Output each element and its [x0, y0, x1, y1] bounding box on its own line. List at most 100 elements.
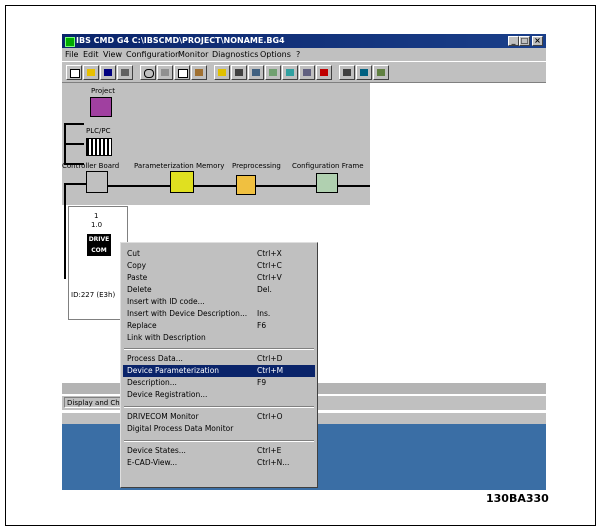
- title-bar[interactable]: IBS CMD G4 C:\IBSCMD\PROJECT\NONAME.BG4 …: [62, 34, 546, 48]
- tree-connector: [64, 143, 84, 145]
- context-menu-item-cut[interactable]: Cut Ctrl+X: [123, 248, 315, 260]
- status-text: Display and Ch: [64, 397, 124, 408]
- menu-item-label: Device Parameterization: [127, 366, 220, 375]
- context-menu-item-link-description[interactable]: Link with Description: [123, 332, 315, 344]
- print-button[interactable]: [117, 65, 133, 80]
- context-menu-item-ecad-view[interactable]: E-CAD-View... Ctrl+N...: [123, 457, 315, 469]
- config-frame-icon[interactable]: [316, 173, 338, 193]
- menu-item-label: Link with Description: [127, 333, 206, 342]
- new-file-button[interactable]: [66, 65, 82, 80]
- save-button[interactable]: [100, 65, 116, 80]
- open-folder-button[interactable]: [83, 65, 99, 80]
- menu-item-label: Paste: [127, 273, 148, 282]
- drivecom-logo-top: DRIVE: [88, 236, 110, 243]
- drivecom-logo-icon: DRIVE COM: [87, 234, 111, 256]
- menu-item-label: E-CAD-View...: [127, 458, 178, 467]
- menu-item-label: Process Data...: [127, 354, 183, 363]
- menu-item-label: Description...: [127, 378, 177, 387]
- menu-item-shortcut: Ctrl+C: [257, 261, 282, 270]
- menu-item-shortcut: Ins.: [257, 309, 271, 318]
- device-id: ID:227 (E3h): [71, 291, 116, 299]
- device-address: 1.0: [91, 221, 103, 229]
- tool-4-button[interactable]: [265, 65, 281, 80]
- tool-3-button[interactable]: [248, 65, 264, 80]
- device-number: 1: [94, 212, 99, 220]
- menu-separator: [124, 440, 314, 442]
- window-title: IBS CMD G4 C:\IBSCMD\PROJECT\NONAME.BG4: [76, 36, 285, 45]
- menu-item-shortcut: F6: [257, 321, 267, 330]
- cut-button[interactable]: [157, 65, 173, 80]
- menu-view[interactable]: View: [103, 48, 122, 61]
- menu-file[interactable]: File: [65, 48, 78, 61]
- context-menu-item-replace[interactable]: Replace F6: [123, 320, 315, 332]
- tool-10-button[interactable]: [373, 65, 389, 80]
- context-menu-item-insert-id[interactable]: Insert with ID code...: [123, 296, 315, 308]
- preprocessing-label: Preprocessing: [232, 162, 281, 170]
- menu-help[interactable]: ?: [296, 48, 300, 61]
- menu-item-shortcut: Ctrl+X: [257, 249, 282, 258]
- param-memory-icon[interactable]: [170, 171, 194, 193]
- menu-item-shortcut: F9: [257, 378, 267, 387]
- menu-item-label: Copy: [127, 261, 147, 270]
- tool-5-button[interactable]: [282, 65, 298, 80]
- menu-monitor[interactable]: Monitor: [178, 48, 208, 61]
- menu-diagnostics[interactable]: Diagnostics: [212, 48, 258, 61]
- context-menu-item-device-parameterization[interactable]: Device Parameterization Ctrl+M: [123, 365, 315, 377]
- context-menu-item-device-states[interactable]: Device States... Ctrl+E: [123, 445, 315, 457]
- project-icon[interactable]: [90, 97, 112, 117]
- copy-button[interactable]: [174, 65, 190, 80]
- menu-item-label: Replace: [127, 321, 157, 330]
- menu-edit[interactable]: Edit: [83, 48, 99, 61]
- paste-button[interactable]: [191, 65, 207, 80]
- menu-item-label: Cut: [127, 249, 140, 258]
- menu-item-shortcut: Ctrl+D: [257, 354, 283, 363]
- toolbar: [62, 61, 546, 83]
- menu-item-label: Insert with Device Description...: [127, 309, 248, 318]
- menu-bar: File Edit View Configuration Monitor Dia…: [62, 48, 546, 61]
- close-button[interactable]: ×: [532, 36, 543, 46]
- tool-8-button[interactable]: [339, 65, 355, 80]
- menu-item-label: DRIVECOM Monitor: [127, 412, 199, 421]
- context-menu-item-insert-description[interactable]: Insert with Device Description... Ins.: [123, 308, 315, 320]
- tree-connector: [64, 183, 66, 279]
- tool-1-button[interactable]: [214, 65, 230, 80]
- menu-options[interactable]: Options: [260, 48, 291, 61]
- menu-item-label: Delete: [127, 285, 152, 294]
- figure-code: 130BA330: [486, 492, 549, 505]
- project-label: Project: [91, 87, 115, 95]
- context-menu-item-copy[interactable]: Copy Ctrl+C: [123, 260, 315, 272]
- device-node[interactable]: 1 1.0 DRIVE COM ID:227 (E3h): [68, 206, 128, 320]
- context-menu-item-delete[interactable]: Delete Del.: [123, 284, 315, 296]
- context-menu-item-process-data[interactable]: Process Data... Ctrl+D: [123, 353, 315, 365]
- tool-2-button[interactable]: [231, 65, 247, 80]
- menu-item-shortcut: Ctrl+O: [257, 412, 283, 421]
- menu-item-label: Digital Process Data Monitor: [127, 424, 234, 433]
- preprocessing-icon[interactable]: [236, 175, 256, 195]
- menu-item-shortcut: Ctrl+N...: [257, 458, 290, 467]
- menu-separator: [124, 406, 314, 408]
- param-memory-label: Parameterization Memory: [134, 162, 225, 170]
- bus-tree-panel: Project PLC/PC Controller Board Paramete…: [62, 83, 370, 279]
- drivecom-logo-bottom: COM: [91, 247, 107, 254]
- menu-configuration[interactable]: Configuration: [126, 48, 180, 61]
- maximize-button[interactable]: □: [519, 36, 530, 46]
- controller-board-icon[interactable]: [86, 171, 108, 193]
- context-menu-item-paste[interactable]: Paste Ctrl+V: [123, 272, 315, 284]
- menu-item-shortcut: Ctrl+M: [257, 366, 284, 375]
- menu-item-shortcut: Ctrl+E: [257, 446, 282, 455]
- menu-separator: [124, 348, 314, 350]
- menu-item-label: Insert with ID code...: [127, 297, 205, 306]
- undo-button[interactable]: [140, 65, 156, 80]
- monitor-button[interactable]: [356, 65, 372, 80]
- plc-label: PLC/PC: [86, 127, 111, 135]
- tool-7-button[interactable]: [316, 65, 332, 80]
- menu-item-label: Device States...: [127, 446, 186, 455]
- context-menu-item-description[interactable]: Description... F9: [123, 377, 315, 389]
- context-menu-item-device-registration[interactable]: Device Registration...: [123, 389, 315, 401]
- tool-6-button[interactable]: [299, 65, 315, 80]
- context-menu-item-drivecom-monitor[interactable]: DRIVECOM Monitor Ctrl+O: [123, 411, 315, 423]
- app-icon: [65, 37, 75, 47]
- minimize-button[interactable]: _: [508, 36, 519, 46]
- plc-icon[interactable]: [86, 138, 112, 156]
- context-menu-item-digital-process-monitor[interactable]: Digital Process Data Monitor: [123, 423, 315, 435]
